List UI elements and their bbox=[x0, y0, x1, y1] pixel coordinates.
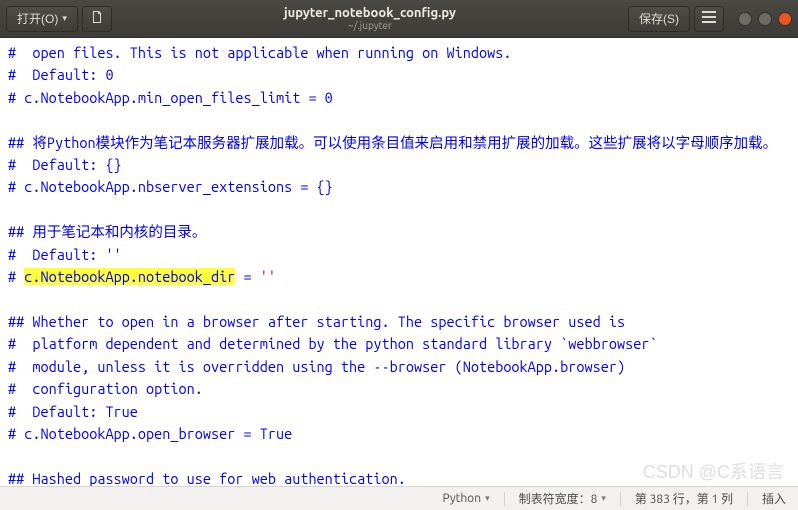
titlebar-right: 保存(S) bbox=[628, 6, 792, 32]
separator bbox=[620, 492, 621, 506]
code-segment: # c.NotebookApp.open_browser = True bbox=[8, 425, 292, 442]
chevron-down-icon: ▾ bbox=[62, 13, 67, 24]
code-line: ## Whether to open in a browser after st… bbox=[8, 311, 790, 333]
code-segment: # platform dependent and determined by t… bbox=[8, 335, 658, 352]
statusbar: Python 制表符宽度：8 第 383 行，第 1 列 插入 bbox=[0, 486, 798, 510]
code-line: # open files. This is not applicable whe… bbox=[8, 42, 790, 64]
language-label: Python bbox=[443, 492, 482, 505]
separator bbox=[504, 492, 505, 506]
code-segment: ## 用于笔记本和内核的目录。 bbox=[8, 223, 206, 240]
code-line bbox=[8, 199, 790, 221]
code-segment: # c.NotebookApp.min_open_files_limit = 0 bbox=[8, 89, 333, 106]
code-segment: # bbox=[8, 268, 24, 285]
code-segment: ## 将Python模块作为笔记本服务器扩展加载。可以使用条目值来启用和禁用扩展… bbox=[8, 134, 777, 151]
open-button[interactable]: 打开(O) ▾ bbox=[6, 6, 78, 32]
new-document-icon bbox=[90, 10, 104, 27]
code-line: ## 将Python模块作为笔记本服务器扩展加载。可以使用条目值来启用和禁用扩展… bbox=[8, 132, 790, 154]
code-segment: # Default: True bbox=[8, 403, 138, 420]
language-selector[interactable]: Python bbox=[443, 492, 490, 505]
code-line bbox=[8, 445, 790, 467]
window-subtitle: ~/.jupyter bbox=[112, 20, 628, 31]
code-line: ## Hashed password to use for web authen… bbox=[8, 468, 790, 488]
code-line: # c.NotebookApp.nbserver_extensions = {} bbox=[8, 176, 790, 198]
code-segment: # configuration option. bbox=[8, 380, 203, 397]
code-line: # c.NotebookApp.min_open_files_limit = 0 bbox=[8, 87, 790, 109]
code-line: ## 用于笔记本和内核的目录。 bbox=[8, 221, 790, 243]
code-segment: = bbox=[235, 268, 259, 285]
code-segment: '' bbox=[260, 268, 276, 285]
tab-width-selector[interactable]: 制表符宽度：8 bbox=[519, 490, 606, 507]
new-document-button[interactable] bbox=[82, 6, 112, 32]
code-line: # configuration option. bbox=[8, 378, 790, 400]
code-line: # platform dependent and determined by t… bbox=[8, 333, 790, 355]
insert-mode-label: 插入 bbox=[762, 490, 786, 507]
code-line bbox=[8, 109, 790, 131]
window-title: jupyter_notebook_config.py bbox=[112, 6, 628, 20]
hamburger-icon bbox=[702, 11, 716, 26]
separator bbox=[747, 492, 748, 506]
code-segment: # Default: 0 bbox=[8, 66, 114, 83]
code-segment: # open files. This is not applicable whe… bbox=[8, 44, 511, 61]
code-line: # c.NotebookApp.open_browser = True bbox=[8, 423, 790, 445]
titlebar-left: 打开(O) ▾ bbox=[6, 6, 112, 32]
maximize-button[interactable] bbox=[758, 12, 772, 26]
code-line: # Default: {} bbox=[8, 154, 790, 176]
code-segment: ## Whether to open in a browser after st… bbox=[8, 313, 625, 330]
window-controls bbox=[738, 12, 792, 26]
cursor-position[interactable]: 第 383 行，第 1 列 bbox=[635, 490, 733, 507]
code-segment: # Default: '' bbox=[8, 246, 122, 263]
titlebar: 打开(O) ▾ jupyter_notebook_config.py ~/.ju… bbox=[0, 0, 798, 38]
code-line bbox=[8, 288, 790, 310]
tab-width-label: 制表符宽度：8 bbox=[519, 490, 598, 507]
code-segment: # c.NotebookApp.nbserver_extensions = {} bbox=[8, 178, 333, 195]
code-line: # c.NotebookApp.notebook_dir = '' bbox=[8, 266, 790, 288]
close-button[interactable] bbox=[778, 12, 792, 26]
code-segment: c.NotebookApp.notebook_dir bbox=[24, 268, 235, 285]
code-segment: ## Hashed password to use for web authen… bbox=[8, 470, 406, 487]
save-button[interactable]: 保存(S) bbox=[628, 6, 690, 32]
open-label: 打开(O) bbox=[17, 10, 58, 27]
code-segment: # module, unless it is overridden using … bbox=[8, 358, 625, 375]
code-line: # module, unless it is overridden using … bbox=[8, 356, 790, 378]
code-line: # Default: '' bbox=[8, 244, 790, 266]
minimize-button[interactable] bbox=[738, 12, 752, 26]
editor-area[interactable]: # open files. This is not applicable whe… bbox=[0, 38, 798, 488]
code-line: # Default: True bbox=[8, 401, 790, 423]
position-label: 第 383 行，第 1 列 bbox=[635, 490, 733, 507]
insert-mode[interactable]: 插入 bbox=[762, 490, 786, 507]
titlebar-center: jupyter_notebook_config.py ~/.jupyter bbox=[112, 6, 628, 31]
code-line: # Default: 0 bbox=[8, 64, 790, 86]
code-segment: # Default: {} bbox=[8, 156, 122, 173]
hamburger-menu-button[interactable] bbox=[694, 6, 724, 32]
save-label: 保存(S) bbox=[639, 10, 679, 27]
